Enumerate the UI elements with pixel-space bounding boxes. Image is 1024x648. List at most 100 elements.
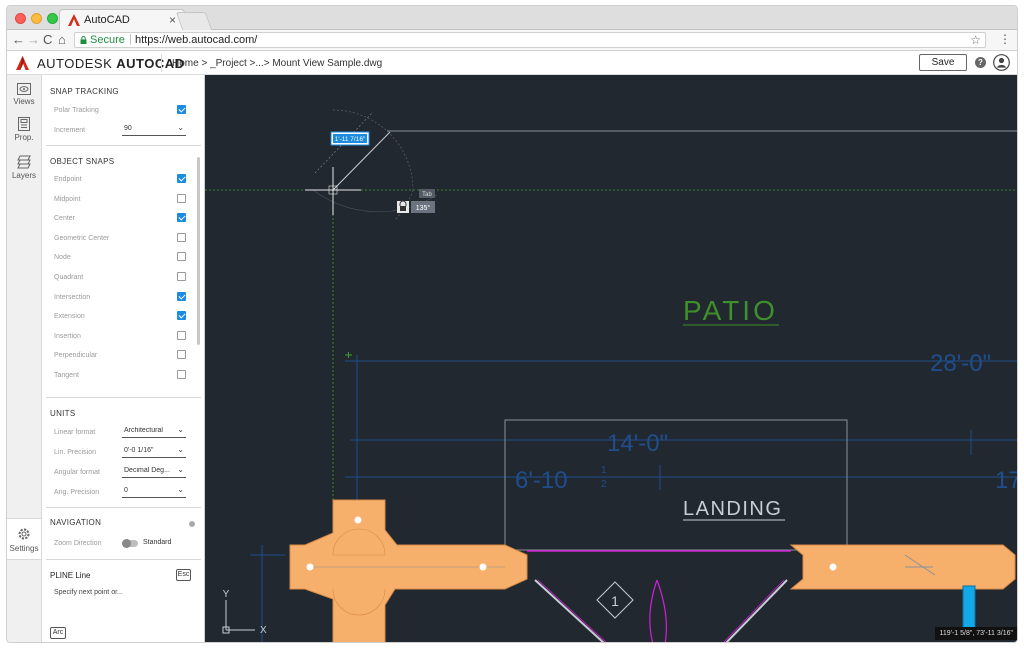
autocad-logo-icon [68,14,80,26]
units-select-value: Architectural [124,427,163,434]
autocad-logo-icon [16,56,29,70]
navigation-title: NAVIGATION [50,518,102,527]
rail-item-properties[interactable]: Prop. [7,117,41,142]
snap-checkbox[interactable] [177,330,186,340]
units-label: Linear format [54,429,96,436]
user-avatar-icon[interactable] [993,54,1010,71]
snap-checkbox[interactable] [177,311,186,321]
tab-hint-text: Tab [422,192,432,198]
save-button[interactable]: Save [919,54,967,71]
zoom-direction-toggle[interactable] [122,539,138,548]
snap-checkbox[interactable] [177,291,186,301]
zoom-direction-label: Zoom Direction [54,540,102,547]
browser-tab-autocad[interactable]: AutoCAD × [59,9,185,30]
properties-icon [18,117,30,131]
snap-label: Quadrant [54,274,84,281]
tag-number: 1 [611,593,619,609]
lock-icon [80,36,87,44]
coordinate-readout: 119'-1 5/8", 73'-11 3/16" [935,627,1017,640]
increment-select[interactable]: 90 ⌄ [122,123,186,136]
settings-panel: SNAP TRACKING Polar Tracking Increment 9… [42,75,205,642]
grip-point[interactable] [479,563,487,571]
units-select-value: 0 [124,487,128,494]
rail-item-settings[interactable]: Settings [7,518,41,560]
polar-tracking-checkbox[interactable] [177,105,186,114]
snap-label: Endpoint [54,176,82,183]
increment-label: Increment [54,127,86,134]
maximize-window-button[interactable] [47,13,58,24]
url-text[interactable]: https://web.autocad.com/ [135,34,257,46]
app-header: AUTODESK AUTOCAD Home > _Project >...> Mo… [7,51,1017,75]
units-select[interactable]: Architectural ⌄ [122,425,186,438]
section-divider [46,145,201,146]
wall-right [789,544,1016,590]
breadcrumb[interactable]: Home > _Project >...> Mount View Sample.… [172,58,382,69]
escape-button[interactable]: Esc [176,569,191,581]
dimension-6-label: 6'-10 [515,467,568,494]
tab-close-icon[interactable]: × [169,13,176,27]
grip-point[interactable] [829,563,837,571]
door-jamb [725,579,788,642]
snap-checkbox[interactable] [177,252,186,262]
rail-item-layers[interactable]: Layers [7,155,41,180]
ucs-y-label: Y [223,589,230,600]
blue-object [962,585,976,629]
dimension-6-fraction-num: 1 [601,465,607,476]
angle-value: 135° [416,204,431,212]
drawing-svg[interactable]: 1'-11 7/16" Tab 135° PATIO 28'-0" 14'-0"… [205,75,1018,643]
brand-name: AUTODESK AUTOCAD [37,56,185,71]
grip-point[interactable] [306,563,314,571]
units-label: Angular format [54,469,100,476]
rail-label-properties: Prop. [14,133,34,142]
units-select[interactable]: 0'-0 1/16" ⌄ [122,445,186,458]
dimension-14-label: 14'-0" [607,430,668,457]
snap-checkbox[interactable] [177,272,186,281]
snap-checkbox[interactable] [177,350,186,360]
patio-label: PATIO [683,295,778,326]
door-swing [649,579,658,642]
rail-label-layers: Layers [11,171,36,180]
forward-arrow-icon[interactable]: → [27,32,40,48]
snap-label: Node [54,254,71,262]
url-separator: | [129,33,132,45]
home-icon[interactable]: ⌂ [58,32,66,48]
command-prompt: Specify next point or... [54,589,123,596]
snap-checkbox[interactable] [177,370,186,379]
rail-label-settings: Settings [9,544,39,553]
close-window-button[interactable] [15,13,26,24]
panel-scrollbar[interactable] [197,157,200,345]
wall-left [289,499,528,642]
chevron-down-icon: ⌄ [177,123,184,132]
eye-icon [17,83,31,95]
drawing-canvas[interactable]: 1'-11 7/16" Tab 135° PATIO 28'-0" 14'-0"… [205,75,1018,643]
snap-label: Intersection [54,293,91,301]
arc-option-button[interactable]: Arc [50,627,66,639]
section-divider [46,507,201,508]
address-bar[interactable]: Secure | https://web.autocad.com/ ☆ [74,32,986,48]
reload-icon[interactable]: C [43,32,52,48]
snap-checkbox[interactable] [177,193,186,203]
browser-menu-icon[interactable]: ⋮ [999,32,1011,46]
snap-label: Perpendicular [54,352,98,360]
snap-label: Tangent [54,372,79,379]
help-icon[interactable]: ? [975,57,986,68]
new-tab-button[interactable] [175,12,213,30]
snap-checkbox[interactable] [177,232,186,242]
chevron-down-icon: ⌄ [177,485,184,494]
section-divider [46,559,201,560]
dynamic-input-value: 1'-11 7/16" [335,136,366,143]
back-arrow-icon[interactable]: ← [12,32,25,48]
increment-value: 90 [124,125,132,132]
rail-item-views[interactable]: Views [7,83,41,106]
grip-point[interactable] [354,516,362,524]
snap-label: Geometric Center [54,234,110,242]
tab-title: AutoCAD [84,14,130,26]
units-select[interactable]: 0 ⌄ [122,485,186,498]
bookmark-star-icon[interactable]: ☆ [970,33,981,47]
units-select[interactable]: Decimal Deg... ⌄ [122,465,186,478]
door-jamb-accent [537,579,607,642]
snap-checkbox[interactable] [177,174,186,183]
door-jamb [534,579,605,642]
minimize-window-button[interactable] [31,13,42,24]
snap-checkbox[interactable] [177,213,186,223]
